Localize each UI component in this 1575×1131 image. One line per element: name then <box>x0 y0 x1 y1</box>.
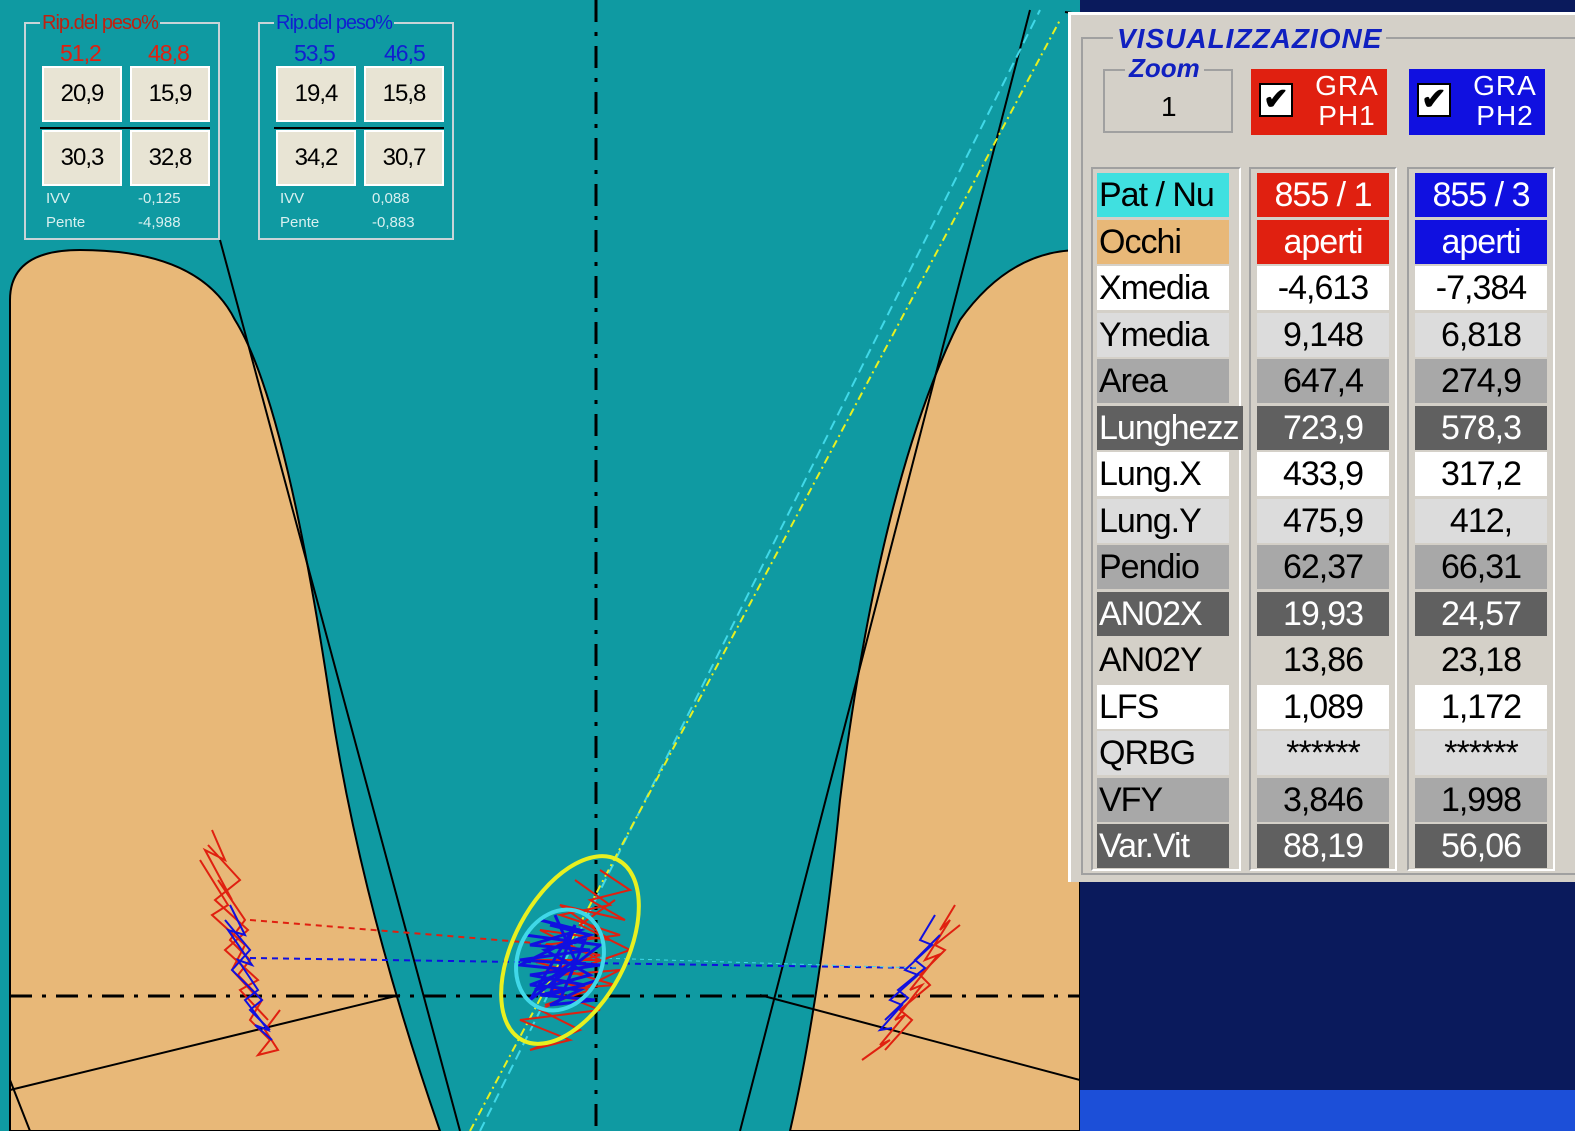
graph1-value: aperti <box>1257 219 1389 264</box>
right-percentage: 48,8 <box>148 40 190 66</box>
visualization-group: VISUALIZZAZIONE Zoom 1 ✔ GRA PH1 ✔ GRA P… <box>1081 23 1575 875</box>
graph2-value: 24,57 <box>1415 591 1547 636</box>
graph2-value: 274,9 <box>1415 359 1547 403</box>
stabilometry-plot[interactable]: Rip.del peso% 51,2 48,8 20,9 15,9 30,3 3… <box>0 0 1080 1131</box>
graph2-value: 855 / 3 <box>1415 173 1547 217</box>
graph2-value: 6,818 <box>1415 312 1547 357</box>
visualization-title: VISUALIZZAZIONE <box>1113 23 1387 55</box>
weight-box-title: Rip.del peso% <box>40 12 160 35</box>
ivv-value: -0,125 <box>138 190 181 207</box>
graph1-value: 9,148 <box>1257 312 1389 357</box>
graph2-value: 578,3 <box>1415 405 1547 450</box>
row-label: Xmedia <box>1097 266 1229 310</box>
row-label: LFS <box>1097 684 1229 729</box>
graph2-label-line1: GRA <box>1473 70 1537 101</box>
graph1-toggle[interactable]: ✔ GRA PH1 <box>1251 69 1387 135</box>
graph1-label-line1: GRA <box>1315 70 1379 101</box>
row-label: Occhi <box>1097 219 1229 264</box>
weight-box-title: Rip.del peso% <box>274 12 394 35</box>
graph2-value: ****** <box>1415 731 1547 775</box>
weight-divider <box>274 127 444 129</box>
graph2-label: GRA PH2 <box>1465 71 1545 131</box>
graph1-value: 723,9 <box>1257 405 1389 450</box>
graph1-value: -4,613 <box>1257 266 1389 310</box>
ivv-label: IVV <box>280 190 305 207</box>
row-label: Var.Vit <box>1097 824 1229 868</box>
visualization-panel: VISUALIZZAZIONE Zoom 1 ✔ GRA PH1 ✔ GRA P… <box>1068 12 1575 882</box>
pente-label: Pente <box>280 214 320 231</box>
graph2-value: 56,06 <box>1415 824 1547 868</box>
weight-divider <box>40 127 210 129</box>
weight-distribution-box-1: Rip.del peso% 51,2 48,8 20,9 15,9 30,3 3… <box>24 12 220 240</box>
zoom-group[interactable]: Zoom 1 <box>1103 53 1233 133</box>
graph2-value: -7,384 <box>1415 266 1547 310</box>
row-label: Area <box>1097 359 1229 403</box>
graph2-value: 412, <box>1415 498 1547 543</box>
weight-distribution-box-2: Rip.del peso% 53,5 46,5 19,4 15,8 34,2 3… <box>258 12 454 240</box>
bottom-bar <box>1080 1090 1575 1131</box>
graph2-value: 1,998 <box>1415 777 1547 822</box>
left-percentage: 53,5 <box>294 40 336 66</box>
ivv-label: IVV <box>46 190 71 207</box>
row-label: Pendio <box>1097 545 1229 589</box>
weight-cell-front-right: 15,9 <box>130 66 210 122</box>
weight-cell-rear-right: 32,8 <box>130 130 210 186</box>
graph2-checkbox[interactable]: ✔ <box>1417 83 1451 117</box>
graph1-value: 62,37 <box>1257 545 1389 589</box>
graph1-value: 1,089 <box>1257 684 1389 729</box>
graph2-value: 1,172 <box>1415 684 1547 729</box>
row-label: AN02Y <box>1097 638 1229 682</box>
pente-value: -0,883 <box>372 214 415 231</box>
ivv-value: 0,088 <box>372 190 410 207</box>
zoom-label: Zoom <box>1125 53 1204 84</box>
row-label: Lung.Y <box>1097 498 1229 543</box>
pente-label: Pente <box>46 214 86 231</box>
graph2-value: 23,18 <box>1415 638 1547 682</box>
graph1-value: 433,9 <box>1257 452 1389 496</box>
graph1-value: 855 / 1 <box>1257 173 1389 217</box>
graph1-value: 647,4 <box>1257 359 1389 403</box>
graph1-value: 3,846 <box>1257 777 1389 822</box>
graph1-value: 88,19 <box>1257 824 1389 868</box>
pente-value: -4,988 <box>138 214 181 231</box>
weight-cell-front-left: 20,9 <box>42 66 122 122</box>
graph1-value: ****** <box>1257 731 1389 775</box>
weight-cell-rear-left: 30,3 <box>42 130 122 186</box>
right-percentage: 46,5 <box>384 40 426 66</box>
row-label: Pat / Nu <box>1097 173 1229 217</box>
graph2-value: aperti <box>1415 219 1547 264</box>
graph2-label-line2: PH2 <box>1476 100 1534 131</box>
weight-cell-rear-right: 30,7 <box>364 130 444 186</box>
weight-cell-front-right: 15,8 <box>364 66 444 122</box>
graph1-label-line2: PH1 <box>1318 100 1376 131</box>
graph1-value: 13,86 <box>1257 638 1389 682</box>
row-label: Lung.X <box>1097 452 1229 496</box>
row-label: QRBG <box>1097 731 1229 775</box>
zoom-value[interactable]: 1 <box>1161 91 1177 123</box>
row-label: VFY <box>1097 777 1229 822</box>
graph2-value: 66,31 <box>1415 545 1547 589</box>
graph1-value: 475,9 <box>1257 498 1389 543</box>
graph1-label: GRA PH1 <box>1307 71 1387 131</box>
row-label: Lunghezz <box>1097 405 1243 450</box>
left-percentage: 51,2 <box>60 40 102 66</box>
weight-cell-rear-left: 34,2 <box>276 130 356 186</box>
row-label: AN02X <box>1097 591 1229 636</box>
graph1-checkbox[interactable]: ✔ <box>1259 83 1293 117</box>
graph1-value: 19,93 <box>1257 591 1389 636</box>
row-label: Ymedia <box>1097 312 1229 357</box>
graph2-value: 317,2 <box>1415 452 1547 496</box>
weight-cell-front-left: 19,4 <box>276 66 356 122</box>
graph2-toggle[interactable]: ✔ GRA PH2 <box>1409 69 1545 135</box>
